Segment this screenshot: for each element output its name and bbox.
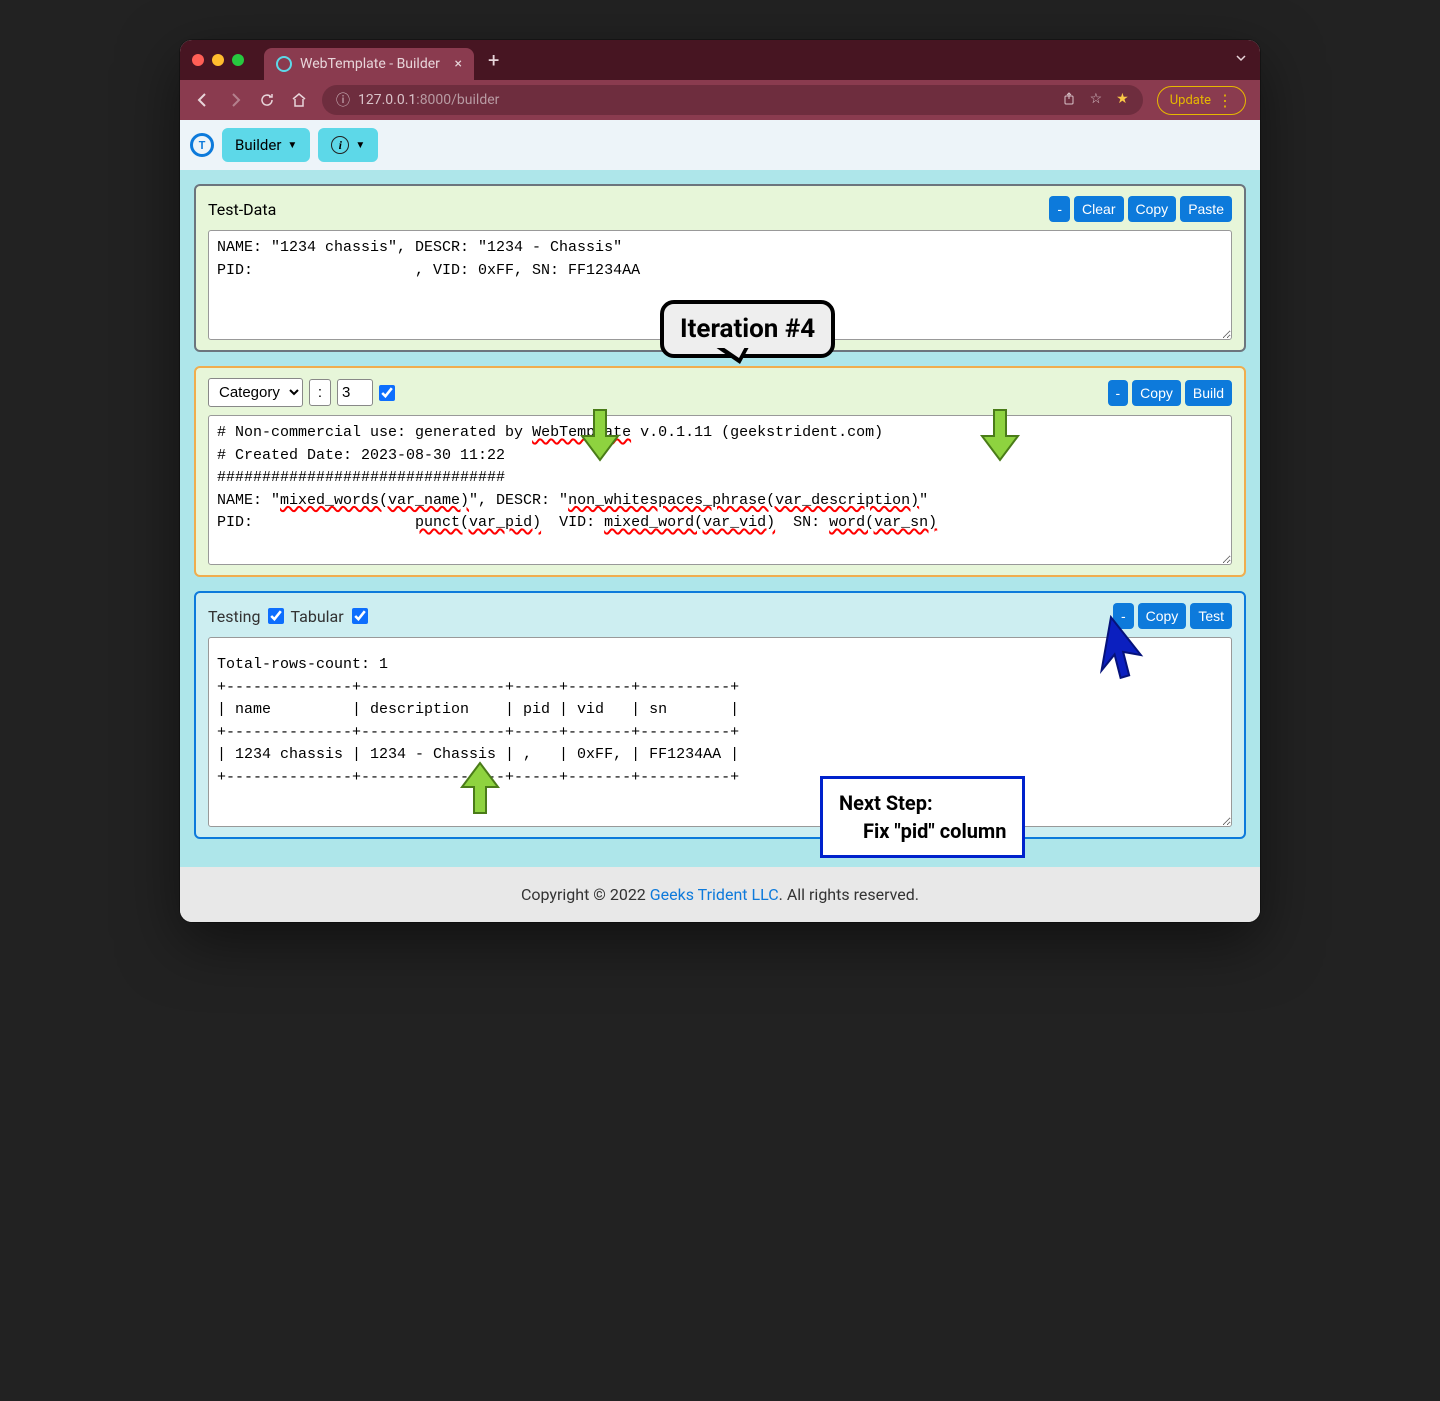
browser-window: WebTemplate - Builder × + ⓘ 127.0.0.1:80… bbox=[180, 40, 1260, 922]
iteration-callout: Iteration #4 bbox=[660, 300, 835, 358]
app-toolbar: T Builder ▼ i ▼ bbox=[180, 120, 1260, 170]
main-area: Test-Data - Clear Copy Paste NAME: "1234… bbox=[180, 170, 1260, 867]
address-bar: ⓘ 127.0.0.1:8000/builder ☆ ★ Update ⋮ bbox=[180, 80, 1260, 120]
count-input[interactable] bbox=[337, 379, 373, 406]
copyright-footer: Copyright © 2022 Geeks Trident LLC. All … bbox=[180, 867, 1260, 922]
reload-button[interactable] bbox=[258, 91, 276, 109]
testdata-clear-button[interactable]: Clear bbox=[1074, 196, 1123, 222]
chevron-down-icon: ▼ bbox=[355, 140, 365, 151]
site-info-icon[interactable]: ⓘ bbox=[336, 90, 350, 110]
titlebar: WebTemplate - Builder × + bbox=[180, 40, 1260, 80]
green-up-arrow-icon bbox=[460, 760, 500, 815]
testdata-paste-button[interactable]: Paste bbox=[1180, 196, 1232, 222]
url-path: :8000/builder bbox=[416, 92, 499, 108]
template-panel: Category - Copy Build # Non-commercial u… bbox=[194, 366, 1246, 577]
site-favicon-icon bbox=[276, 56, 292, 72]
close-tab-icon[interactable]: × bbox=[455, 56, 462, 72]
testing-textarea[interactable]: Total-rows-count: 1 +--------------+----… bbox=[208, 637, 1232, 827]
chevron-down-icon: ▼ bbox=[287, 140, 297, 151]
star-outline-icon[interactable]: ☆ bbox=[1090, 91, 1103, 109]
next-step-callout: Next Step: Fix "pid" column bbox=[820, 776, 1025, 858]
testdata-copy-button[interactable]: Copy bbox=[1128, 196, 1177, 222]
green-down-arrow-icon bbox=[980, 408, 1020, 463]
minimize-window-button[interactable] bbox=[212, 54, 224, 66]
tabular-checkbox[interactable] bbox=[352, 608, 368, 624]
testing-label: Testing bbox=[208, 607, 260, 626]
testing-test-button[interactable]: Test bbox=[1190, 603, 1232, 629]
expand-tabs-icon[interactable] bbox=[1234, 51, 1248, 69]
builder-dropdown[interactable]: Builder ▼ bbox=[222, 128, 310, 162]
template-build-button[interactable]: Build bbox=[1185, 380, 1232, 406]
close-window-button[interactable] bbox=[192, 54, 204, 66]
tab-title: WebTemplate - Builder bbox=[300, 56, 440, 72]
url-field[interactable]: ⓘ 127.0.0.1:8000/builder ☆ ★ bbox=[322, 85, 1143, 115]
tabular-label: Tabular bbox=[290, 607, 343, 626]
star-filled-icon[interactable]: ★ bbox=[1116, 91, 1129, 109]
info-dropdown[interactable]: i ▼ bbox=[318, 128, 378, 162]
template-copy-button[interactable]: Copy bbox=[1132, 380, 1181, 406]
new-tab-button[interactable]: + bbox=[488, 48, 499, 72]
separator-input[interactable] bbox=[309, 379, 331, 406]
window-controls bbox=[192, 54, 244, 66]
back-button[interactable] bbox=[194, 91, 212, 109]
company-link[interactable]: Geeks Trident LLC bbox=[650, 885, 779, 904]
green-down-arrow-icon bbox=[580, 408, 620, 463]
template-checkbox[interactable] bbox=[379, 385, 395, 401]
update-browser-button[interactable]: Update ⋮ bbox=[1157, 86, 1246, 115]
testing-panel: Testing Tabular - Copy Test Total-rows-c… bbox=[194, 591, 1246, 839]
cursor-arrow-icon bbox=[1100, 612, 1148, 682]
forward-button[interactable] bbox=[226, 91, 244, 109]
app-logo-icon[interactable]: T bbox=[190, 133, 214, 157]
category-select[interactable]: Category bbox=[208, 378, 303, 407]
template-textarea[interactable]: # Non-commercial use: generated by WebTe… bbox=[208, 415, 1232, 565]
home-button[interactable] bbox=[290, 91, 308, 109]
test-data-title: Test-Data bbox=[208, 200, 276, 219]
testing-checkbox[interactable] bbox=[268, 608, 284, 624]
browser-tab[interactable]: WebTemplate - Builder × bbox=[264, 48, 474, 80]
share-icon[interactable] bbox=[1062, 91, 1076, 109]
info-icon: i bbox=[331, 136, 349, 154]
url-host: 127.0.0.1 bbox=[358, 92, 416, 108]
testdata-minimize-button[interactable]: - bbox=[1049, 196, 1070, 222]
template-minimize-button[interactable]: - bbox=[1108, 380, 1129, 406]
maximize-window-button[interactable] bbox=[232, 54, 244, 66]
